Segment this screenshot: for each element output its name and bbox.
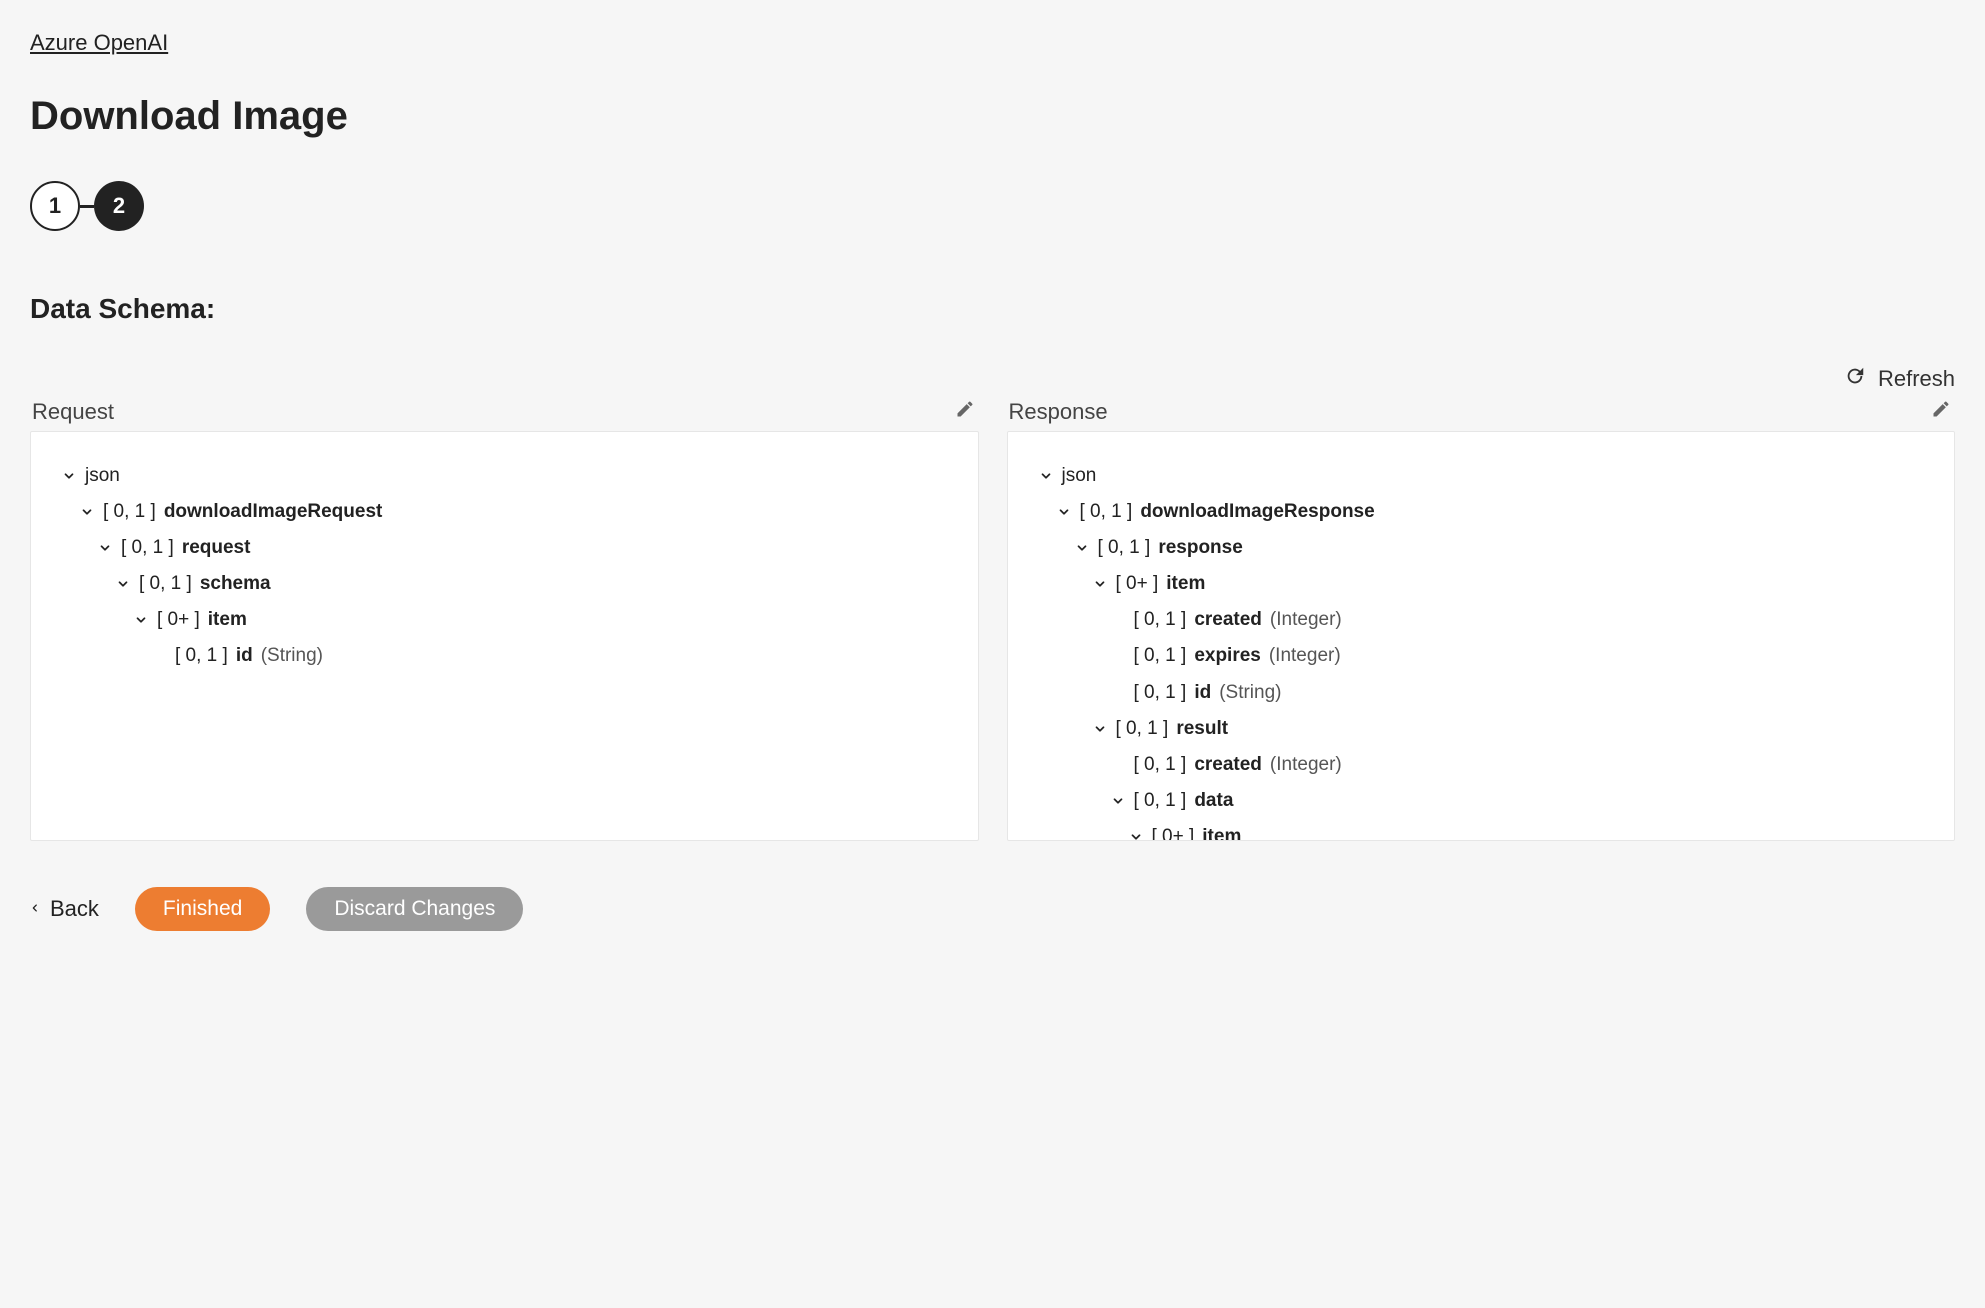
tree-leaf-label[interactable]: id: [236, 638, 253, 674]
chevron-down-icon[interactable]: [61, 469, 77, 483]
tree-node-label[interactable]: json: [85, 458, 120, 494]
response-column-label: Response: [1009, 399, 1108, 425]
tree-leaf-label[interactable]: expires: [1194, 638, 1261, 674]
page-title: Download Image: [30, 94, 1955, 139]
chevron-down-icon[interactable]: [133, 613, 149, 627]
response-panel: json [ 0, 1 ] downloadImageResponse [ 0,…: [1007, 431, 1956, 841]
chevron-down-icon[interactable]: [1056, 505, 1072, 519]
tree-node-label[interactable]: item: [1166, 566, 1205, 602]
chevron-down-icon[interactable]: [1092, 722, 1108, 736]
cardinality: [ 0, 1 ]: [1134, 783, 1187, 819]
tree-leaf-type: (Integer): [1270, 602, 1342, 638]
cardinality: [ 0, 1 ]: [1080, 494, 1133, 530]
chevron-down-icon[interactable]: [1110, 794, 1126, 808]
chevron-down-icon[interactable]: [1074, 541, 1090, 555]
chevron-down-icon[interactable]: [97, 541, 113, 555]
cardinality: [ 0, 1 ]: [1098, 530, 1151, 566]
discard-changes-button[interactable]: Discard Changes: [306, 887, 523, 931]
breadcrumb-link[interactable]: Azure OpenAI: [30, 30, 168, 55]
cardinality: [ 0, 1 ]: [1134, 747, 1187, 783]
refresh-icon[interactable]: [1844, 365, 1866, 393]
section-title: Data Schema:: [30, 293, 1955, 325]
tree-leaf-label[interactable]: created: [1194, 747, 1262, 783]
edit-request-icon[interactable]: [955, 399, 975, 425]
refresh-label[interactable]: Refresh: [1878, 366, 1955, 392]
cardinality: [ 0+ ]: [157, 602, 200, 638]
cardinality: [ 0+ ]: [1152, 819, 1195, 841]
edit-response-icon[interactable]: [1931, 399, 1951, 425]
tree-node-label[interactable]: item: [1202, 819, 1241, 841]
step-connector: [80, 205, 94, 208]
tree-leaf-type: (String): [261, 638, 323, 674]
chevron-down-icon[interactable]: [1038, 469, 1054, 483]
tree-node-label[interactable]: schema: [200, 566, 271, 602]
tree-leaf-type: (Integer): [1270, 747, 1342, 783]
cardinality: [ 0, 1 ]: [103, 494, 156, 530]
step-2[interactable]: 2: [94, 181, 144, 231]
tree-node-label[interactable]: response: [1158, 530, 1242, 566]
tree-node-label[interactable]: downloadImageResponse: [1140, 494, 1374, 530]
chevron-down-icon[interactable]: [79, 505, 95, 519]
cardinality: [ 0, 1 ]: [121, 530, 174, 566]
finished-button[interactable]: Finished: [135, 887, 270, 931]
cardinality: [ 0, 1 ]: [1134, 675, 1187, 711]
cardinality: [ 0, 1 ]: [1134, 638, 1187, 674]
chevron-down-icon[interactable]: [1092, 577, 1108, 591]
cardinality: [ 0+ ]: [1116, 566, 1159, 602]
cardinality: [ 0, 1 ]: [1116, 711, 1169, 747]
tree-node-label[interactable]: result: [1176, 711, 1228, 747]
chevron-down-icon[interactable]: [1128, 830, 1144, 841]
tree-node-label[interactable]: json: [1062, 458, 1097, 494]
chevron-left-icon: [30, 896, 40, 922]
request-column-label: Request: [32, 399, 114, 425]
cardinality: [ 0, 1 ]: [175, 638, 228, 674]
request-panel: json [ 0, 1 ] downloadImageRequest [ 0, …: [30, 431, 979, 841]
tree-leaf-label[interactable]: id: [1194, 675, 1211, 711]
back-label: Back: [50, 896, 99, 922]
tree-node-label[interactable]: downloadImageRequest: [164, 494, 383, 530]
tree-leaf-label[interactable]: created: [1194, 602, 1262, 638]
tree-node-label[interactable]: item: [208, 602, 247, 638]
step-indicator: 1 2: [30, 181, 1955, 231]
step-1[interactable]: 1: [30, 181, 80, 231]
cardinality: [ 0, 1 ]: [1134, 602, 1187, 638]
tree-leaf-type: (String): [1219, 675, 1281, 711]
tree-node-label[interactable]: data: [1194, 783, 1233, 819]
back-link[interactable]: Back: [30, 896, 99, 922]
tree-leaf-type: (Integer): [1269, 638, 1341, 674]
chevron-down-icon[interactable]: [115, 577, 131, 591]
tree-node-label[interactable]: request: [182, 530, 251, 566]
cardinality: [ 0, 1 ]: [139, 566, 192, 602]
